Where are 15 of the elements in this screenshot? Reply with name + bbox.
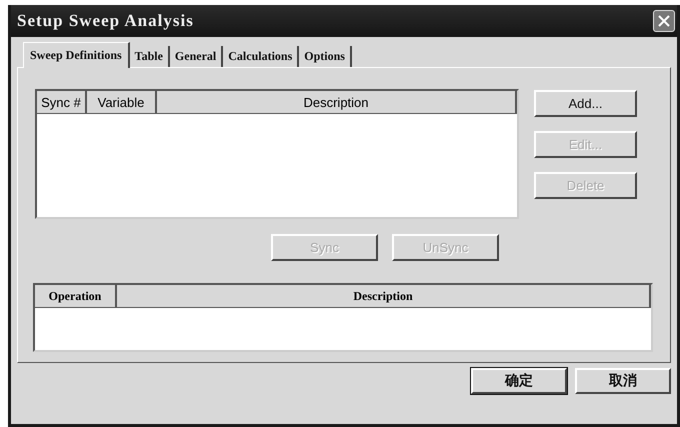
close-icon: [657, 14, 671, 28]
button[interactable]: 取消: [575, 368, 671, 394]
button[interactable]: Add...: [534, 90, 637, 117]
close-button[interactable]: [653, 10, 675, 32]
tab[interactable]: Table: [130, 46, 170, 67]
button[interactable]: 确定: [471, 368, 567, 394]
column-header[interactable]: Variable: [87, 91, 157, 113]
window-title: Setup Sweep Analysis: [17, 11, 194, 31]
column-header[interactable]: Operation: [35, 285, 117, 307]
tab[interactable]: Sweep Definitions: [23, 42, 130, 68]
column-header[interactable]: Description: [117, 285, 651, 307]
sweep-list[interactable]: Sync # Variable Description: [35, 89, 519, 219]
column-header[interactable]: Description: [157, 91, 517, 113]
column-header[interactable]: Sync #: [37, 91, 87, 113]
operation-list[interactable]: Operation Description: [33, 283, 653, 352]
